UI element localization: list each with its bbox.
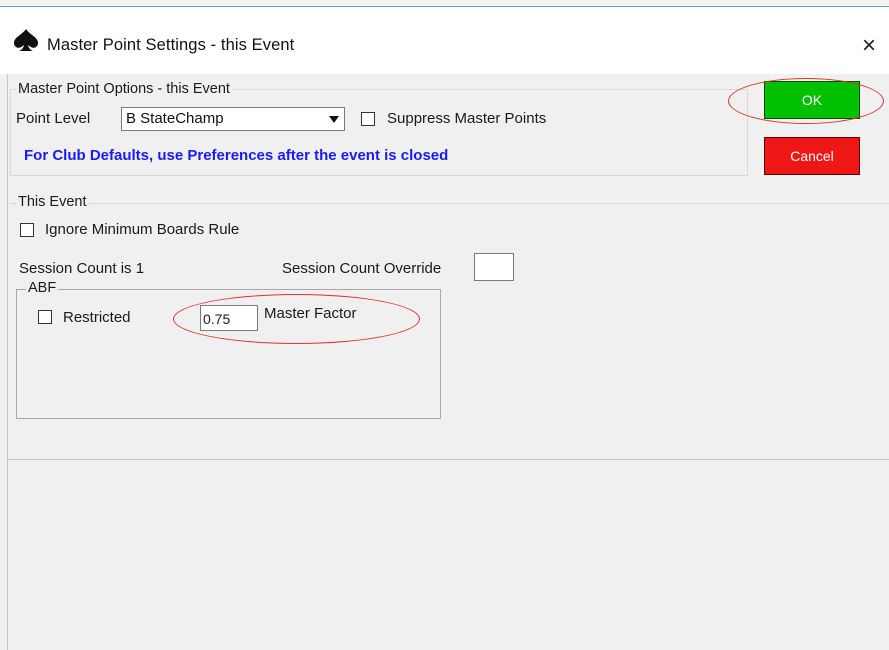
mp-options-legend: Master Point Options - this Event xyxy=(16,81,232,97)
suppress-mp-checkbox[interactable] xyxy=(361,112,375,126)
left-border xyxy=(7,74,8,650)
suppress-mp-label: Suppress Master Points xyxy=(387,110,547,127)
spade-icon xyxy=(14,29,38,51)
dropdown-button[interactable] xyxy=(324,108,344,130)
club-defaults-info: For Club Defaults, use Preferences after… xyxy=(24,147,449,164)
lower-separator xyxy=(8,459,889,460)
window-title: Master Point Settings - this Event xyxy=(47,36,295,54)
point-level-value: B StateChamp xyxy=(126,110,224,127)
point-level-dropdown[interactable]: B StateChamp xyxy=(121,107,345,131)
cancel-label: Cancel xyxy=(790,148,834,164)
restricted-label: Restricted xyxy=(63,309,131,326)
close-icon[interactable]: × xyxy=(852,29,886,63)
chevron-down-icon xyxy=(329,116,339,123)
this-event-group xyxy=(10,203,889,205)
this-event-legend: This Event xyxy=(16,194,89,210)
ok-highlight-ellipse xyxy=(728,78,884,124)
session-override-input[interactable] xyxy=(474,253,514,281)
session-count-text: Session Count is 1 xyxy=(19,260,145,277)
point-level-label: Point Level xyxy=(16,110,91,127)
restricted-checkbox[interactable] xyxy=(38,310,52,324)
abf-legend: ABF xyxy=(26,280,59,296)
ignore-min-boards-label: Ignore Minimum Boards Rule xyxy=(45,221,240,238)
cancel-button[interactable]: Cancel xyxy=(764,137,860,175)
session-override-label: Session Count Override xyxy=(282,260,442,277)
master-factor-highlight-ellipse xyxy=(173,294,420,344)
ignore-min-boards-checkbox[interactable] xyxy=(20,223,34,237)
